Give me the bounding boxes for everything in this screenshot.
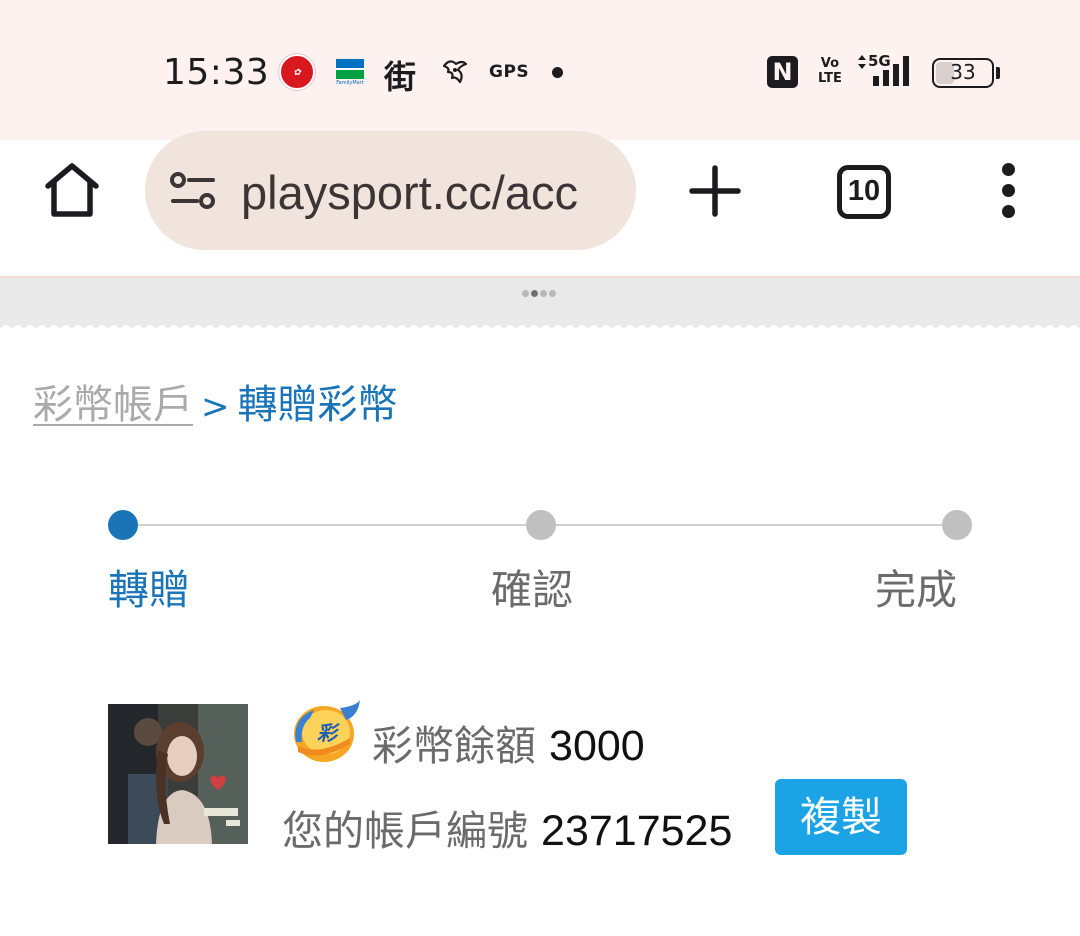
balance-label: 彩幣餘額: [372, 722, 536, 770]
step-dot-transfer: [108, 510, 138, 540]
battery-level: 33: [950, 60, 976, 84]
home-button[interactable]: [40, 158, 104, 222]
breadcrumb-parent-link[interactable]: 彩幣帳戶: [33, 382, 193, 428]
breadcrumb: 彩幣帳戶 > 轉贈彩幣: [33, 372, 398, 430]
bird-icon: [442, 60, 468, 84]
account-id-row: 您的帳戶編號 23717525: [282, 797, 732, 857]
step-dot-done: [942, 510, 972, 540]
step-label-transfer: 轉贈: [108, 566, 190, 614]
step-label-done: 完成: [875, 566, 957, 614]
drag-strip[interactable]: [0, 276, 1080, 329]
5g-signal-icon: 5G: [858, 52, 909, 86]
menu-dot-icon: [1001, 205, 1015, 218]
breadcrumb-separator: >: [201, 387, 230, 427]
volte-icon: Vo LTE: [818, 56, 842, 86]
copy-button[interactable]: 複製: [775, 779, 907, 855]
wave-edge: [0, 325, 1080, 329]
balance-row: 彩幣餘額 3000: [372, 712, 645, 772]
balance-value: 3000: [549, 722, 645, 770]
more-menu-button[interactable]: [996, 163, 1020, 221]
status-bar: 15:33 ✿ FamilyMart 街 GPS N Vo LTE 5G 33: [0, 0, 1080, 250]
home-icon: [45, 163, 99, 217]
status-time: 15:33: [163, 52, 270, 93]
nfc-icon: N: [767, 56, 798, 88]
battery-icon: 33: [932, 58, 994, 88]
coin-badge-icon: 彩: [294, 700, 360, 762]
address-bar[interactable]: playsport.cc/acc: [145, 131, 636, 250]
plus-icon: [689, 165, 741, 217]
step-dot-confirm: [526, 510, 556, 540]
avatar: [108, 704, 248, 844]
dot-icon: [552, 67, 563, 78]
new-tab-button[interactable]: [688, 164, 742, 218]
network-label: 5G: [868, 52, 891, 70]
site-settings-icon[interactable]: [169, 171, 217, 211]
step-label-confirm: 確認: [491, 566, 573, 614]
tab-switcher-button[interactable]: 10: [837, 165, 891, 219]
account-id-value: 23717525: [541, 807, 733, 855]
street-icon: 街: [384, 58, 417, 96]
battery-tip: [996, 67, 1000, 79]
breadcrumb-current: 轉贈彩幣: [237, 382, 398, 428]
menu-dot-icon: [1001, 184, 1015, 197]
account-id-label: 您的帳戶編號: [282, 807, 528, 855]
familymart-icon: FamilyMart: [336, 59, 364, 87]
gps-icon: GPS: [489, 62, 530, 82]
menu-dot-icon: [1001, 163, 1015, 176]
drag-handle[interactable]: [522, 290, 558, 300]
app-badge-icon: ✿: [279, 54, 315, 90]
volte-top: Vo: [820, 56, 840, 71]
url-text[interactable]: playsport.cc/acc: [241, 165, 578, 220]
volte-bottom: LTE: [818, 71, 842, 86]
